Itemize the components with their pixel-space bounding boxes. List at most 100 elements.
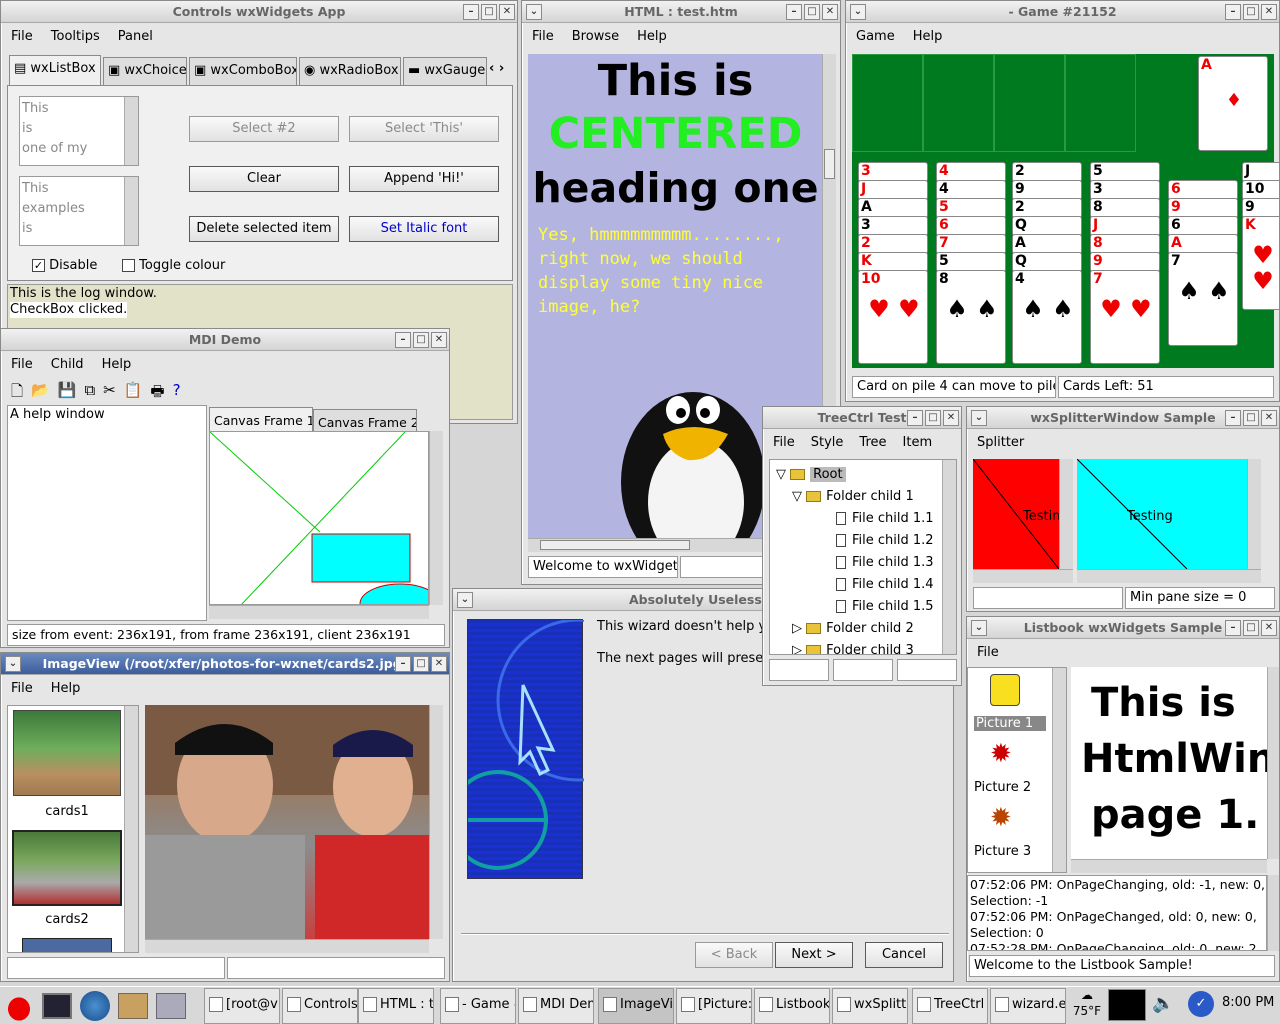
tree-item-file[interactable]: File child 1.1	[836, 508, 934, 530]
splitter-right-pane[interactable]: Testing	[1077, 459, 1247, 569]
playing-card[interactable]: 7	[936, 234, 1006, 254]
playing-card[interactable]: 7 ♠ ♠	[1168, 252, 1238, 346]
scroll-thumb[interactable]	[824, 149, 835, 179]
menu-help[interactable]: Help	[102, 352, 132, 378]
canvas-hscrollbar[interactable]	[209, 605, 429, 619]
playing-card[interactable]: A	[858, 198, 928, 218]
copy-icon[interactable]: ⧉	[84, 381, 95, 406]
taskbar-button[interactable]: ImageVie	[598, 988, 674, 1024]
right-pane-hscrollbar[interactable]	[1077, 569, 1261, 583]
playing-card[interactable]: 7 ♥ ♥	[1090, 270, 1160, 364]
list-item[interactable]: This	[22, 179, 138, 199]
window-menu-icon[interactable]: ⌄	[457, 592, 473, 608]
window-menu-icon[interactable]: ⌄	[526, 4, 542, 20]
listbook-page-vscrollbar[interactable]	[1267, 667, 1279, 859]
clear-button[interactable]: Clear	[189, 166, 339, 192]
volume-icon[interactable]: 🔈	[1152, 993, 1174, 1014]
listbook-item-2[interactable]: Picture 2	[974, 780, 1031, 795]
menu-file[interactable]: File	[773, 430, 795, 456]
taskbar-button[interactable]: [root@vm	[204, 988, 280, 1024]
back-button[interactable]: < Back	[695, 942, 773, 968]
minimize-icon[interactable]: –	[1225, 620, 1241, 636]
taskbar-button[interactable]: Listbook v	[754, 988, 830, 1024]
window-menu-icon[interactable]: ⌄	[971, 620, 987, 636]
menu-help[interactable]: Help	[637, 24, 667, 50]
menu-tree[interactable]: Tree	[859, 430, 886, 456]
tree-item-folder2[interactable]: ▷ Folder child 2	[792, 618, 914, 640]
menu-help[interactable]: Help	[51, 676, 81, 702]
update-status-icon[interactable]: ✓	[1188, 991, 1214, 1017]
maximize-icon[interactable]: □	[1243, 620, 1259, 636]
imageview-titlebar[interactable]: ⌄ ImageView (/root/xfer/photos-for-wxnet/…	[1, 653, 449, 675]
maximize-icon[interactable]: □	[1243, 410, 1259, 426]
listbook-item-3[interactable]: Picture 3	[974, 844, 1031, 859]
close-icon[interactable]: ✕	[1261, 410, 1277, 426]
playing-card[interactable]: J	[858, 180, 928, 200]
canvas-vscrollbar[interactable]	[429, 431, 443, 605]
list-item[interactable]: examples	[22, 199, 138, 219]
select-2-button[interactable]: Select #2	[189, 116, 339, 142]
menu-style[interactable]: Style	[811, 430, 844, 456]
new-icon[interactable]: 🗋	[11, 381, 23, 406]
menu-file[interactable]: File	[11, 676, 33, 702]
menu-help[interactable]: Help	[913, 24, 943, 50]
maximize-icon[interactable]: □	[413, 332, 429, 348]
playing-card[interactable]: 9	[1168, 198, 1238, 218]
thumbnail-cards2[interactable]	[12, 830, 122, 906]
playing-card[interactable]: A	[1012, 234, 1082, 254]
right-pane-scrollbar[interactable]	[1247, 459, 1261, 569]
maximize-icon[interactable]: □	[1243, 4, 1259, 20]
printer-launcher-icon[interactable]	[156, 993, 186, 1019]
splitter-titlebar[interactable]: ⌄ wxSplitterWindow Sample – □ ✕	[967, 407, 1279, 429]
clock[interactable]: 8:00 PM	[1222, 995, 1274, 1010]
playing-card[interactable]: 4 ♠ ♠	[1012, 270, 1082, 364]
listbook-item-1[interactable]: Picture 1	[974, 716, 1046, 731]
taskbar-button[interactable]: Controls v	[282, 988, 358, 1024]
menu-browse[interactable]: Browse	[572, 24, 619, 50]
append-button[interactable]: Append 'Hi!'	[349, 166, 499, 192]
playing-card[interactable]: 5	[936, 252, 1006, 272]
taskbar-button[interactable]: - Game #	[440, 988, 516, 1024]
listbook-log-scrollbar[interactable]	[1267, 875, 1279, 951]
tab-wxcombobox[interactable]: ▣ wxComboBox	[189, 57, 297, 85]
treectrl-titlebar[interactable]: TreeCtrl Test – □ ✕	[763, 407, 961, 429]
files-launcher-icon[interactable]	[118, 993, 148, 1019]
listbook-list-scrollbar[interactable]	[1052, 668, 1066, 872]
tab-wxgauge[interactable]: ▬ wxGauge	[403, 57, 487, 85]
cancel-button[interactable]: Cancel	[865, 942, 943, 968]
maximize-icon[interactable]: □	[413, 656, 429, 672]
taskbar-button[interactable]: [Picture: (	[676, 988, 752, 1024]
help-icon[interactable]: ?	[173, 381, 181, 406]
browser-launcher-icon[interactable]	[80, 991, 110, 1021]
list-item[interactable]: This	[22, 99, 138, 119]
window-menu-icon[interactable]: ⌄	[850, 4, 866, 20]
playing-card[interactable]: 10	[1242, 180, 1279, 200]
tree-item-file[interactable]: File child 1.4	[836, 574, 934, 596]
tab-wxradiobox[interactable]: ◉ wxRadioBox	[299, 57, 401, 85]
list-item[interactable]: is	[22, 119, 138, 139]
playing-card[interactable]: 8	[1090, 198, 1160, 218]
controls-titlebar[interactable]: Controls wxWidgets App – □ ✕	[1, 1, 517, 23]
minimize-icon[interactable]: –	[786, 4, 802, 20]
close-icon[interactable]: ✕	[943, 410, 959, 426]
tree-item-file[interactable]: File child 1.3	[836, 552, 934, 574]
close-icon[interactable]: ✕	[822, 4, 838, 20]
playing-card[interactable]: 6	[1168, 180, 1238, 200]
tree-item-folder3[interactable]: ▷ Folder child 3	[792, 640, 914, 654]
open-icon[interactable]: 📂	[31, 381, 50, 406]
left-pane-hscrollbar[interactable]	[973, 569, 1073, 583]
listbox-1[interactable]: This is one of my	[19, 96, 139, 166]
playing-card[interactable]: 4	[936, 162, 1006, 182]
playing-card[interactable]: 2	[858, 234, 928, 254]
playing-card[interactable]: 6	[1168, 216, 1238, 236]
cpu-monitor[interactable]	[1108, 989, 1146, 1021]
listbox-1-scrollbar[interactable]	[124, 97, 138, 165]
tab-wxlistbox[interactable]: ▤ wxListBox	[9, 55, 101, 85]
disable-checkbox[interactable]: ✓ Disable	[32, 258, 97, 273]
listbox-2-scrollbar[interactable]	[124, 177, 138, 245]
close-icon[interactable]: ✕	[1261, 4, 1277, 20]
playing-card[interactable]: A	[1168, 234, 1238, 254]
maximize-icon[interactable]: □	[925, 410, 941, 426]
minimize-icon[interactable]: –	[395, 656, 411, 672]
redhat-menu-icon[interactable]	[2, 991, 36, 1021]
